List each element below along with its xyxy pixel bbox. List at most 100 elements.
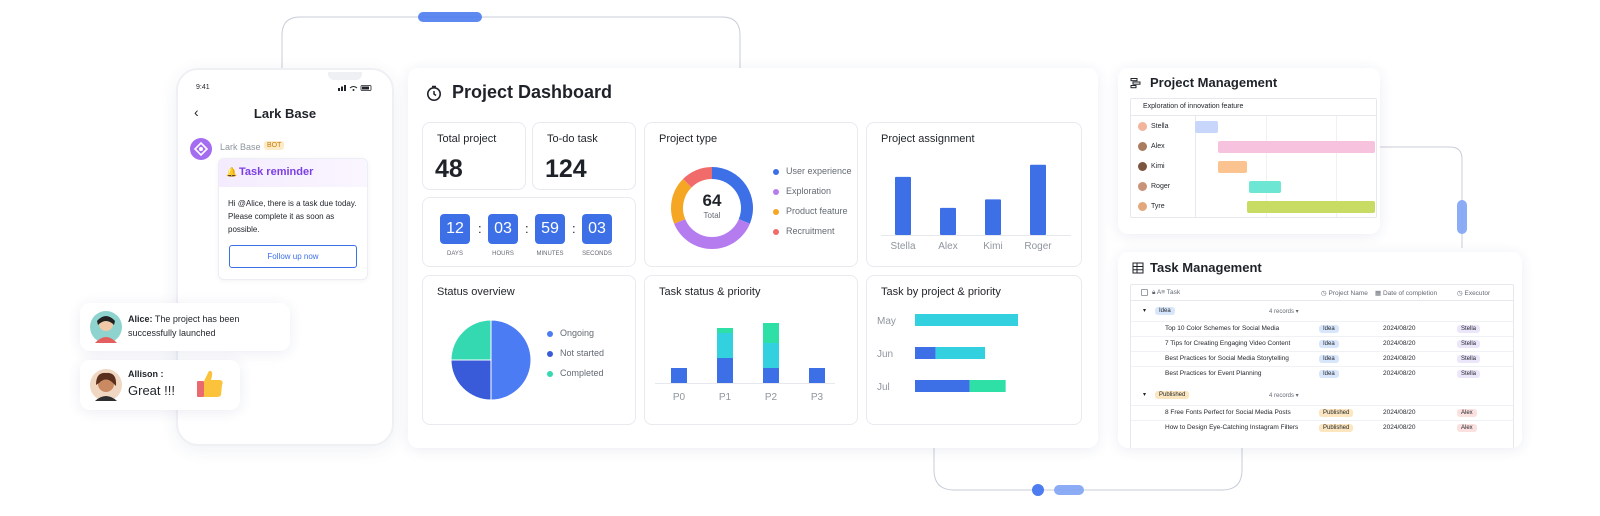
group-record-count[interactable]: 4 records ▾ xyxy=(1269,392,1299,399)
donut-center-value: 64 xyxy=(702,191,722,210)
collapse-icon[interactable]: ▾ xyxy=(1143,391,1146,398)
pie-slice-not-started xyxy=(450,359,492,401)
table-row[interactable]: 7 Tips for Creating Engaging Video Conte… xyxy=(1131,336,1513,351)
project-assignment-chart: Stella Alex Kimi Roger xyxy=(881,164,1071,252)
hbar-jul-segment xyxy=(915,380,970,392)
project-dashboard: Project Dashboard Total project 48 To-do… xyxy=(408,68,1098,448)
gantt-bar-roger[interactable] xyxy=(1249,181,1282,193)
countdown-minutes: 59 xyxy=(535,214,565,244)
gantt-row-name: Tyre xyxy=(1151,203,1165,210)
bot-badge: BOT xyxy=(264,141,285,150)
project-type-card[interactable]: Project type 64 Total User experience Ex… xyxy=(644,122,858,267)
todo-task-card[interactable]: To-do task 124 xyxy=(532,122,636,190)
connector-dot xyxy=(1032,484,1044,496)
illustration-stage: 9:41 ‹ Lark Base Lark Base BOT 🔔 Task re… xyxy=(0,0,1600,516)
alice-name: Alice: xyxy=(128,314,153,324)
gantt-bar-kimi[interactable] xyxy=(1218,161,1248,173)
gantt-row-name: Stella xyxy=(1151,123,1169,130)
group-record-count[interactable]: 4 records ▾ xyxy=(1269,308,1299,315)
gantt-bar-tyre[interactable] xyxy=(1247,201,1375,213)
project-tag: Published xyxy=(1319,409,1354,417)
table-row[interactable]: How to Design Eye-Catching Instagram Fil… xyxy=(1131,420,1513,435)
legend-not-started: Not started xyxy=(547,348,604,358)
project-tag: Idea xyxy=(1319,325,1339,333)
status-overview-card[interactable]: Status overview Ongoing Not started Comp… xyxy=(422,275,636,425)
project-tag: Published xyxy=(1319,424,1354,432)
bar-p2-segment xyxy=(763,323,779,343)
project-management-card: Project Management Exploration of innova… xyxy=(1118,68,1380,234)
bar-stella xyxy=(895,176,911,235)
project-management-title: Project Management xyxy=(1150,75,1278,90)
total-project-card[interactable]: Total project 48 xyxy=(422,122,526,190)
connector-pill xyxy=(418,12,482,22)
task-by-project-chart: May Jun Jul xyxy=(877,314,1018,393)
phone-title: Lark Base xyxy=(253,106,317,121)
hbar-jun-segment xyxy=(935,347,986,359)
task-management-card: Task Management 🔒︎ A≡ Task ◷ Project Nam… xyxy=(1118,252,1522,448)
legend-exploration: Exploration xyxy=(773,186,831,196)
avatar xyxy=(1138,142,1147,151)
x-tick-label: P1 xyxy=(719,392,732,403)
x-tick-label: P3 xyxy=(811,392,824,403)
group-tag: Idea xyxy=(1155,307,1175,315)
avatar xyxy=(1138,162,1147,171)
status-overview-title: Status overview xyxy=(437,286,515,298)
project-assignment-card[interactable]: Project assignment Stella Alex Kimi Roger xyxy=(866,122,1082,267)
bar-kimi xyxy=(985,199,1001,235)
bell-icon: 🔔 xyxy=(226,167,238,177)
hbar-may-segment xyxy=(915,314,1018,326)
chat-message-allison: Allison : Great !!! xyxy=(80,360,240,410)
dashboard-title: Project Dashboard xyxy=(452,82,613,102)
task-by-project-card[interactable]: Task by project & priority May Jun Jul xyxy=(866,275,1082,425)
status-overview-pie xyxy=(450,319,532,401)
executor-tag: Alex xyxy=(1457,409,1477,417)
gantt-bar-alex[interactable] xyxy=(1218,141,1375,153)
total-project-label: Total project xyxy=(437,133,497,145)
gantt-bar-stella[interactable] xyxy=(1195,121,1219,133)
gantt-row-name: Kimi xyxy=(1151,163,1165,170)
bar-p3-segment xyxy=(809,368,825,383)
bot-name: Lark Base xyxy=(220,142,261,152)
task-name: How to Design Eye-Catching Instagram Fil… xyxy=(1165,424,1299,431)
table-icon xyxy=(1132,262,1144,274)
task-status-title: Task status & priority xyxy=(659,286,761,298)
countdown-hours: 03 xyxy=(488,214,518,244)
legend-recruitment: Recruitment xyxy=(773,226,835,236)
task-name: 7 Tips for Creating Engaging Video Conte… xyxy=(1165,340,1291,347)
bar-p1-segment xyxy=(717,358,733,383)
completion-date: 2024/08/20 xyxy=(1383,340,1416,347)
completion-date: 2024/08/20 xyxy=(1383,325,1416,332)
countdown-card: 12 : 03 : 59 : 03 DAYS HOURS MINUTES SEC… xyxy=(422,197,636,267)
select-all-checkbox[interactable] xyxy=(1141,289,1148,296)
countdown-separator: : xyxy=(525,221,529,236)
phone-notch xyxy=(328,72,362,80)
group-header-idea[interactable]: ▾ Idea 4 records ▾ xyxy=(1131,305,1513,319)
countdown-seconds-label: SECONDS xyxy=(582,251,612,257)
project-assignment-title: Project assignment xyxy=(881,133,975,145)
todo-task-value: 124 xyxy=(545,155,587,183)
table-row[interactable]: 8 Free Fonts Perfect for Social Media Po… xyxy=(1131,405,1513,420)
executor-tag: Stella xyxy=(1457,355,1481,363)
gantt-table: Exploration of innovation feature Stella… xyxy=(1130,98,1377,218)
task-status-card[interactable]: Task status & priority P0 P1 P2 P3 xyxy=(644,275,858,425)
group-header-published[interactable]: ▾ Published 4 records ▾ xyxy=(1131,389,1513,403)
alice-avatar xyxy=(90,311,122,343)
task-name: Best Practices for Event Planning xyxy=(1165,370,1262,377)
bot-avatar xyxy=(190,138,212,160)
collapse-icon[interactable]: ▾ xyxy=(1143,307,1146,314)
table-row[interactable]: Top 10 Color Schemes for Social Media 202… xyxy=(1131,321,1513,336)
legend-product-feature: Product feature xyxy=(773,206,848,216)
executor-tag: Alex xyxy=(1457,424,1477,432)
legend-user-experience: User experience xyxy=(773,166,852,176)
table-row[interactable]: Best Practices for Event Planning 2024/08… xyxy=(1131,366,1513,381)
table-row[interactable]: Best Practices for Social Media Storytel… xyxy=(1131,351,1513,366)
executor-tag: Stella xyxy=(1457,340,1481,348)
col-date: ▦ Date of completion xyxy=(1375,290,1438,297)
task-by-project-title: Task by project & priority xyxy=(881,286,1001,298)
bar-roger xyxy=(1030,164,1046,235)
follow-up-button[interactable]: Follow up now xyxy=(229,245,357,268)
task-table: 🔒︎ A≡ Task ◷ Project Name ▦ Date of comp… xyxy=(1130,284,1514,448)
col-project-name: ◷ Project Name xyxy=(1321,290,1368,297)
countdown-days: 12 xyxy=(440,214,470,244)
project-tag: Idea xyxy=(1319,340,1339,348)
